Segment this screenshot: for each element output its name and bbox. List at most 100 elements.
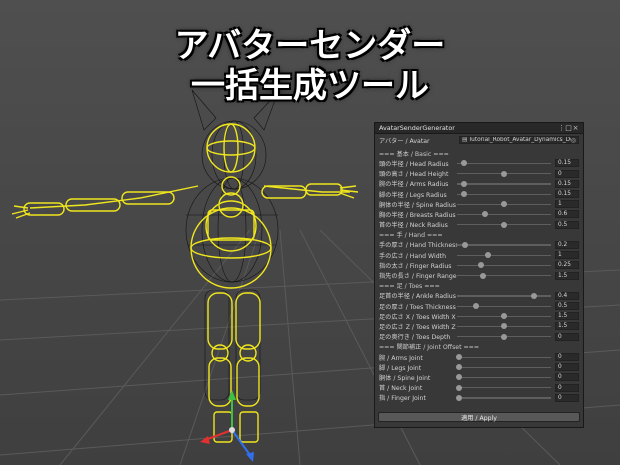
slider-track [457, 193, 551, 195]
parameter-row: 首の半径 / Neck Radius 0.5 [375, 220, 583, 230]
slider-thumb[interactable] [501, 221, 507, 228]
transform-gizmo[interactable] [200, 390, 254, 462]
slider-thumb[interactable] [455, 364, 462, 371]
parameter-value-field[interactable]: 1 [555, 251, 579, 260]
slider-thumb[interactable] [501, 170, 507, 177]
parameter-label: 手の厚さ / Hand Thickness [379, 242, 457, 250]
parameter-value-field[interactable]: 0.25 [555, 261, 579, 270]
slider-thumb[interactable] [460, 191, 467, 198]
parameter-slider[interactable] [457, 170, 551, 178]
parameter-label: 胴体 / Spine Joint [379, 374, 431, 382]
parameter-slider[interactable] [457, 241, 551, 249]
collider-gizmos [11, 123, 359, 443]
slider-thumb[interactable] [501, 323, 507, 330]
parameter-row: 手の広さ / Hand Width 1 [375, 250, 583, 260]
parameter-value-field[interactable]: 0.5 [555, 220, 579, 229]
parameter-row: 腕の半径 / Arms Radius 0.15 [375, 179, 583, 189]
object-picker-icon[interactable]: ◎ [571, 137, 576, 143]
parameter-slider[interactable] [457, 272, 551, 280]
parameter-slider[interactable] [457, 251, 551, 259]
slider-thumb[interactable] [460, 160, 467, 167]
parameter-value-field[interactable]: 0 [555, 169, 579, 178]
close-icon[interactable]: × [572, 124, 579, 132]
section-header: === 手 / Hand === [379, 232, 443, 240]
parameter-slider[interactable] [455, 373, 551, 381]
parameter-row: 足の奥行き / Toes Depth 0 [375, 332, 583, 342]
slider-track [457, 213, 551, 216]
parameter-label: 首 / Neck Joint [379, 385, 423, 393]
parameter-slider[interactable] [457, 333, 551, 341]
slider-thumb[interactable] [480, 272, 487, 279]
parameter-value-field[interactable]: 0 [555, 363, 579, 372]
slider-thumb[interactable] [485, 252, 492, 259]
parameter-value-field[interactable]: 0 [555, 383, 579, 392]
parameter-slider[interactable] [457, 322, 551, 330]
parameter-slider[interactable] [457, 302, 551, 310]
slider-thumb[interactable] [455, 384, 462, 391]
maximize-icon[interactable]: □ [565, 124, 572, 132]
parameter-value-field[interactable]: 0 [555, 353, 579, 362]
parameter-slider[interactable] [457, 261, 551, 269]
slider-track [457, 275, 551, 277]
parameter-slider[interactable] [455, 363, 551, 371]
avatar-sender-generator-window: AvatarSenderGenerator ⋮ □ × アバター / Avata… [374, 122, 584, 428]
slider-thumb[interactable] [531, 292, 538, 299]
parameter-label: 腕の半径 / Arms Radius [379, 181, 449, 189]
parameter-row: 胴体 / Spine Joint 0 [375, 372, 583, 382]
avatar-asset-icon: ▤ [462, 137, 468, 144]
parameter-row: 脚の半径 / Legs Radius 0.15 [375, 189, 583, 199]
parameter-label: 足の奥行き / Toes Depth [379, 334, 451, 342]
slider-thumb[interactable] [472, 303, 479, 310]
parameter-slider[interactable] [457, 292, 551, 300]
parameter-slider[interactable] [455, 394, 551, 402]
parameter-slider[interactable] [457, 210, 551, 218]
parameter-slider[interactable] [455, 384, 551, 392]
slider-thumb[interactable] [501, 201, 507, 208]
slider-thumb[interactable] [462, 241, 469, 248]
slider-track [457, 356, 551, 358]
parameter-value-field[interactable]: 0.15 [555, 159, 579, 168]
avatar-object-value: Tutorial_Robot_Avatar_Dynamics_Dem [468, 137, 571, 144]
slider-thumb[interactable] [477, 262, 484, 269]
apply-button[interactable]: 適用 / Apply [378, 412, 580, 422]
slider-thumb[interactable] [460, 180, 467, 187]
parameter-slider[interactable] [457, 159, 551, 167]
parameter-slider[interactable] [457, 190, 551, 198]
parameter-value-field[interactable]: 0.15 [555, 190, 579, 199]
slider-thumb[interactable] [501, 313, 507, 320]
slider-thumb[interactable] [455, 394, 462, 401]
section-header: === 関節補正 / Joint Offset === [379, 344, 480, 352]
slider-track [457, 366, 551, 369]
parameter-value-field[interactable]: 1.5 [555, 312, 579, 321]
parameter-row: 足首の半径 / Ankle Radius 0.4 [375, 291, 583, 301]
parameter-slider[interactable] [455, 353, 551, 361]
avatar-object-field[interactable]: ▤ Tutorial_Robot_Avatar_Dynamics_Dem ◎ [459, 136, 579, 145]
parameter-value-field[interactable]: 0.2 [555, 240, 579, 249]
parameter-value-field[interactable]: 0 [555, 393, 579, 402]
parameter-slider[interactable] [457, 180, 551, 188]
parameter-slider[interactable] [457, 312, 551, 320]
avatar-field-row: アバター / Avatar ▤ Tutorial_Robot_Avatar_Dy… [375, 135, 583, 145]
slider-thumb[interactable] [482, 211, 489, 218]
parameter-value-field[interactable]: 0.4 [555, 291, 579, 300]
parameter-slider[interactable] [457, 221, 551, 229]
parameter-label: 足の広さ X / Toes Width X [379, 313, 456, 321]
parameter-value-field[interactable]: 0 [555, 332, 579, 341]
slider-thumb[interactable] [455, 374, 462, 381]
slider-thumb[interactable] [501, 333, 507, 340]
slider-thumb[interactable] [455, 354, 462, 361]
parameter-slider[interactable] [457, 200, 551, 208]
parameter-value-field[interactable]: 0.15 [555, 179, 579, 188]
parameter-value-field[interactable]: 0 [555, 373, 579, 382]
window-title: AvatarSenderGenerator [379, 124, 455, 132]
parameter-value-field[interactable]: 1.5 [555, 322, 579, 331]
parameter-value-field[interactable]: 1.5 [555, 271, 579, 280]
parameter-value-field[interactable]: 0.6 [555, 210, 579, 219]
more-options-icon[interactable]: ⋮ [558, 124, 565, 132]
parameter-value-field[interactable]: 0.5 [555, 302, 579, 311]
parameter-value-field[interactable]: 1 [555, 200, 579, 209]
parameter-row: 頭の半径 / Head Radius 0.15 [375, 158, 583, 168]
parameter-row: 指の太さ / Finger Radius 0.25 [375, 260, 583, 270]
window-titlebar[interactable]: AvatarSenderGenerator ⋮ □ × [375, 123, 583, 134]
parameter-label: 指先の長さ / Finger Range [379, 273, 457, 281]
